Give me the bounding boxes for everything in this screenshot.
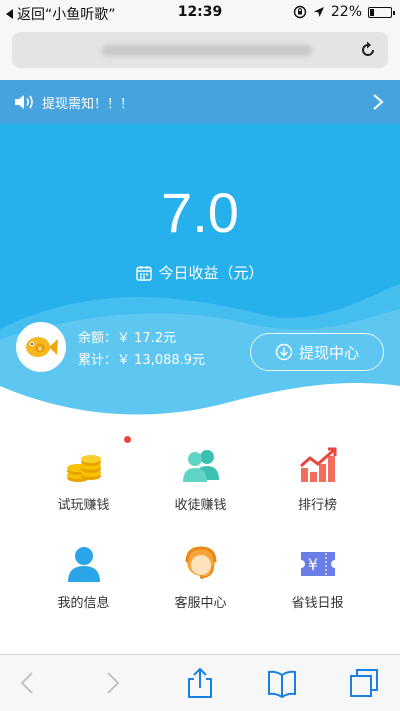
- menu-item-label: 我的信息: [57, 596, 110, 611]
- calendar-icon: [136, 265, 153, 281]
- back-nav-icon[interactable]: [12, 667, 44, 699]
- battery-percent: 22%: [330, 4, 362, 20]
- notice-text: 提现需知！！！: [42, 96, 134, 112]
- yuan-ticket-icon: ¥: [300, 552, 335, 576]
- blurred-url: [102, 45, 312, 56]
- svg-text:¥: ¥: [38, 345, 43, 353]
- customer-service-icon-wrap: [181, 544, 221, 584]
- battery-fill: [370, 8, 375, 16]
- reload-icon[interactable]: [358, 40, 378, 60]
- menu-item-trial-earn[interactable]: 试玩赚钱: [17, 424, 150, 524]
- menu-item-label: 排行榜: [297, 498, 337, 513]
- menu-item-daily-savings[interactable]: ¥ 省钱日报: [251, 522, 384, 622]
- today-earnings-label: 今日收益（元）: [158, 264, 264, 282]
- menu-item-recruit-earn[interactable]: 收徒赚钱: [134, 424, 267, 524]
- download-circle-icon: [275, 343, 293, 361]
- chevron-right-icon: [373, 94, 384, 110]
- new-badge-dot: [124, 436, 131, 443]
- gold-coins-icon: [66, 455, 101, 482]
- earnings-panel: 7.0 今日收益（元） ¥ 余额：￥ 17.2元 累计：￥ 13,088.9元 …: [0, 124, 400, 424]
- menu-item-leaderboard[interactable]: 排行榜: [251, 424, 384, 524]
- status-icons: 22%: [293, 4, 395, 20]
- fish-avatar: ¥: [16, 322, 66, 372]
- customer-service-icon: [185, 546, 216, 579]
- menu-item-customer-service[interactable]: 客服中心: [134, 522, 267, 622]
- forward-nav-icon[interactable]: [96, 667, 128, 699]
- balance-value: ￥ 17.2元: [117, 331, 177, 346]
- people-icon-wrap: [181, 446, 221, 486]
- trend-chart-icon-wrap: [298, 446, 338, 486]
- menu-item-label: 客服中心: [174, 596, 227, 611]
- balance-info: 余额：￥ 17.2元 累计：￥ 13,088.9元: [78, 328, 205, 372]
- total-value: ￥ 13,088.9元: [117, 353, 206, 368]
- gold-coins-icon-wrap: [64, 446, 104, 486]
- withdraw-center-button[interactable]: 提现中心: [250, 333, 384, 371]
- person-icon-wrap: [64, 544, 104, 584]
- person-icon: [67, 547, 100, 582]
- share-icon[interactable]: [184, 667, 216, 699]
- menu-item-my-info[interactable]: 我的信息: [17, 522, 150, 622]
- address-bar[interactable]: [12, 32, 388, 68]
- battery-icon: [368, 6, 395, 18]
- trend-chart-icon: [299, 447, 336, 482]
- status-bar: 返回“小鱼听歌” 12:39 22%: [0, 0, 400, 26]
- browser-address-area: [0, 26, 400, 80]
- today-earnings-value: 7.0: [161, 181, 239, 244]
- yuan-ticket-icon-wrap: ¥: [298, 544, 338, 584]
- browser-toolbar: [0, 654, 400, 711]
- withdraw-center-label: 提现中心: [298, 343, 359, 362]
- golden-fish-icon: ¥: [26, 337, 58, 357]
- svg-text:¥: ¥: [307, 555, 317, 574]
- people-icon: [182, 450, 219, 482]
- tabs-icon[interactable]: [348, 667, 380, 699]
- menu-item-label: 收徒赚钱: [174, 498, 227, 513]
- today-earnings-label-row: 今日收益（元）: [0, 262, 400, 283]
- orientation-lock-icon: [293, 5, 307, 19]
- bookmarks-icon[interactable]: [266, 667, 298, 699]
- balance-label: 余额：: [78, 331, 118, 346]
- speaker-icon: [15, 95, 33, 109]
- menu-item-label: 省钱日报: [291, 596, 344, 611]
- menu-item-label: 试玩赚钱: [57, 498, 110, 513]
- withdraw-notice-bar[interactable]: 提现需知！！！: [0, 80, 400, 124]
- feature-menu-grid: 试玩赚钱 收徒赚钱 排行榜 我的信息 客服中心 ¥ 省钱日报: [0, 424, 400, 654]
- location-arrow-icon: [313, 7, 324, 17]
- total-label: 累计：: [78, 353, 118, 368]
